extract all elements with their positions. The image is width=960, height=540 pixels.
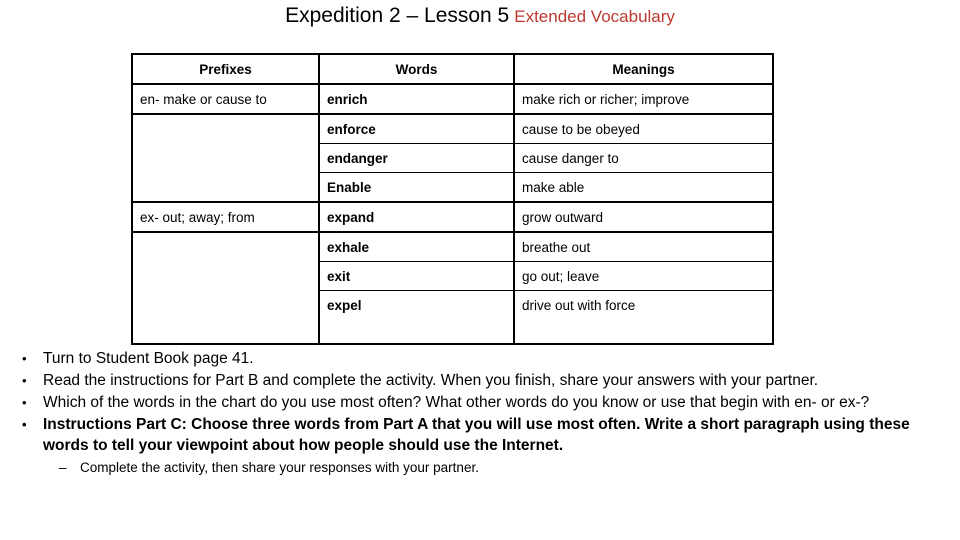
word-cell: Enable bbox=[318, 172, 515, 203]
list-item-text: Which of the words in the chart do you u… bbox=[43, 394, 870, 411]
column-header-words: Words bbox=[318, 53, 515, 85]
meaning-cell: breathe out bbox=[513, 231, 774, 262]
instructions-list: Turn to Student Book page 41. Read the i… bbox=[14, 348, 934, 477]
list-item: Turn to Student Book page 41. bbox=[14, 348, 934, 369]
page-title-subtitle: Extended Vocabulary bbox=[514, 7, 675, 26]
list-item-text: Instructions Part C: Choose three words … bbox=[43, 416, 910, 454]
word-cell: enrich bbox=[318, 83, 515, 115]
list-item: Read the instructions for Part B and com… bbox=[14, 370, 934, 391]
prefix-cell: en- make or cause to bbox=[131, 83, 320, 115]
word-cell: expel bbox=[318, 290, 515, 345]
sub-list-item: Complete the activity, then share your r… bbox=[43, 458, 934, 477]
word-cell: enforce bbox=[318, 113, 515, 144]
list-item-text: Turn to Student Book page 41. bbox=[43, 350, 254, 367]
meaning-cell: make rich or richer; improve bbox=[513, 83, 774, 115]
table-row: ex- out; away; from expand grow outward bbox=[131, 201, 774, 233]
page-title-main: Expedition 2 – Lesson 5 bbox=[285, 4, 510, 27]
meaning-cell: drive out with force bbox=[513, 290, 774, 345]
word-cell: endanger bbox=[318, 143, 515, 173]
meaning-cell: make able bbox=[513, 172, 774, 203]
word-cell: exhale bbox=[318, 231, 515, 262]
instructions-list-container: Turn to Student Book page 41. Read the i… bbox=[14, 348, 934, 478]
word-cell: expand bbox=[318, 201, 515, 233]
word-cell: exit bbox=[318, 261, 515, 291]
prefix-cell: ex- out; away; from bbox=[131, 201, 320, 233]
prefix-cell-empty bbox=[131, 113, 320, 203]
column-header-prefixes: Prefixes bbox=[131, 53, 320, 85]
vocabulary-table: Prefixes Words Meanings en- make or caus… bbox=[131, 53, 774, 345]
prefix-cell-empty bbox=[131, 231, 320, 345]
table-row: exhale breathe out bbox=[131, 231, 774, 345]
list-item-text: Read the instructions for Part B and com… bbox=[43, 372, 819, 389]
table-header-row: Prefixes Words Meanings bbox=[131, 53, 774, 85]
meaning-cell: go out; leave bbox=[513, 261, 774, 291]
table-row: en- make or cause to enrich make rich or… bbox=[131, 83, 774, 115]
vocabulary-table-container: Prefixes Words Meanings en- make or caus… bbox=[131, 53, 774, 345]
meaning-cell: grow outward bbox=[513, 201, 774, 233]
column-header-meanings: Meanings bbox=[513, 53, 774, 85]
meaning-cell: cause danger to bbox=[513, 143, 774, 173]
table-row: enforce cause to be obeyed bbox=[131, 113, 774, 203]
sub-list-item-text: Complete the activity, then share your r… bbox=[80, 460, 479, 475]
meaning-cell: cause to be obeyed bbox=[513, 113, 774, 144]
list-item: Which of the words in the chart do you u… bbox=[14, 392, 934, 413]
instructions-sublist: Complete the activity, then share your r… bbox=[43, 458, 934, 477]
page-title: Expedition 2 – Lesson 5 Extended Vocabula… bbox=[0, 2, 960, 31]
list-item: Instructions Part C: Choose three words … bbox=[14, 414, 934, 477]
